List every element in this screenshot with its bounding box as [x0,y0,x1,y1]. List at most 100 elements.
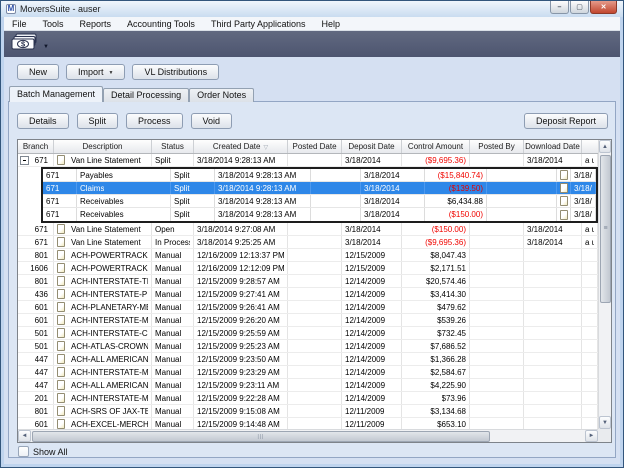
cell-created-date: 3/18/2014 9:28:13 AM [215,208,311,221]
column-header-posted-date[interactable]: Posted Date [288,140,342,153]
batch-module-button[interactable]: $ [11,33,49,55]
cell-status: Manual [152,301,194,313]
menu-item-help[interactable]: Help [313,19,348,29]
batch-detail-group: 671PayablesSplit3/18/2014 9:28:13 AM3/18… [41,167,598,223]
cell-posted-date [288,379,342,391]
cell-description: ACH-POWERTRACK [68,262,152,274]
column-header-created-date[interactable]: Created Date [194,140,288,153]
vertical-scrollbar[interactable] [598,140,611,429]
cell-deposit-date: 12/14/2009 [342,327,402,339]
cell-deposit-date: 12/14/2009 [342,366,402,378]
close-button[interactable] [590,1,617,14]
cell-status: Manual [152,327,194,339]
tab-batch-management[interactable]: Batch Management [9,86,103,102]
grid-row[interactable]: 201ACH-INTERSTATE-MManual12/15/2009 9:22… [18,392,598,405]
scroll-right-icon[interactable] [585,430,598,442]
column-header-branch[interactable]: Branch [18,140,54,153]
horizontal-scrollbar-thumb[interactable] [32,431,490,442]
grid-row[interactable]: 601ACH-PLANETARY-MEManual12/15/2009 9:26… [18,301,598,314]
column-header-status[interactable]: Status [152,140,194,153]
cell-download-date: 3/18/2014 [524,154,582,166]
main-toolbar: $ [4,31,620,57]
cell-posted-date [288,236,342,248]
money-batch-icon: $ [11,33,39,55]
vertical-scrollbar-thumb[interactable] [600,155,611,303]
grid-row[interactable]: 671Van Line StatementIn Process3/18/2014… [18,236,598,249]
cell-description: Claims [77,182,171,194]
menu-item-file[interactable]: File [4,19,35,29]
import-button[interactable]: Import [66,64,125,80]
menu-item-third-party-applications[interactable]: Third Party Applications [203,19,314,29]
grid-row[interactable]: 671Van Line StatementOpen3/18/2014 9:27:… [18,223,598,236]
deposit-report-button[interactable]: Deposit Report [524,113,608,129]
grid-row[interactable]: 501ACH-ATLAS-CROWNManual12/15/2009 9:25:… [18,340,598,353]
cell-branch: 671 [43,195,77,207]
grid-row-child[interactable]: 671ClaimsSplit3/18/2014 9:28:13 AM3/18/2… [43,182,596,195]
cell-download-date: 3/18/2014 [571,195,596,207]
cell-deposit-date: 3/18/2014 [342,223,402,235]
grid-row[interactable]: 447ACH-INTERSTATE-MManual12/15/2009 9:23… [18,366,598,379]
expand-collapse-icon[interactable] [20,156,29,165]
void-button[interactable]: Void [191,113,233,129]
cell-control-amount: ($15,840.74) [425,169,487,181]
cell-download-icon [557,169,571,181]
grid-row-child[interactable]: 671ReceivablesSplit3/18/2014 9:28:13 AM3… [43,208,596,221]
menu-item-accounting-tools[interactable]: Accounting Tools [119,19,203,29]
horizontal-scrollbar[interactable] [18,429,598,442]
process-button[interactable]: Process [126,113,183,129]
cell-download-date [524,418,582,429]
grid-row[interactable]: 436ACH-INTERSTATE-PManual12/15/2009 9:27… [18,288,598,301]
grid-row-child[interactable]: 671ReceivablesSplit3/18/2014 9:28:13 AM3… [43,195,596,208]
column-header-deposit-date[interactable]: Deposit Date [342,140,402,153]
document-icon [57,276,65,286]
cell-posted-date [288,353,342,365]
menu-item-reports[interactable]: Reports [72,19,120,29]
cell-icon [54,405,68,417]
grid-row[interactable]: 601ACH-INTERSTATE-MManual12/15/2009 9:26… [18,314,598,327]
cell-extra [582,379,598,391]
scroll-down-icon[interactable] [599,416,611,429]
grid-row[interactable]: 801ACH-POWERTRACKManual12/16/2009 12:13:… [18,249,598,262]
grid-row-child[interactable]: 671PayablesSplit3/18/2014 9:28:13 AM3/18… [43,169,596,182]
grid-row[interactable]: 501ACH-INTERSTATE-CManual12/15/2009 9:25… [18,327,598,340]
details-button[interactable]: Details [17,113,69,129]
scroll-up-icon[interactable] [599,140,611,153]
scroll-left-icon[interactable] [18,430,31,442]
split-button[interactable]: Split [77,113,119,129]
show-all-checkbox[interactable] [18,446,29,457]
cell-extra [582,353,598,365]
toolbar-dropdown-caret-icon[interactable] [39,35,49,53]
vl-distributions-button[interactable]: VL Distributions [132,64,219,80]
column-header-posted-by[interactable]: Posted By [470,140,524,153]
cell-description: ACH-PLANETARY-ME [68,301,152,313]
cell-download-icon [557,208,571,221]
cell-branch: 501 [18,327,54,339]
menu-item-tools[interactable]: Tools [35,19,72,29]
cell-control-amount: $1,366.28 [402,353,470,365]
cell-icon [54,392,68,404]
maximize-button[interactable] [570,1,589,14]
grid-row[interactable]: 801ACH-SRS OF JAX-TEManual12/15/2009 9:1… [18,405,598,418]
column-header-download-date[interactable]: Download Date [524,140,582,153]
window-controls [549,1,617,14]
cell-posted-by [470,366,524,378]
grid-row[interactable]: 1606ACH-POWERTRACKManual12/16/2009 12:12… [18,262,598,275]
tab-detail-processing[interactable]: Detail Processing [103,88,189,102]
grid-row[interactable]: 447ACH-ALL AMERICANManual12/15/2009 9:23… [18,353,598,366]
grid-row[interactable]: 601ACH-EXCEL-MERCHManual12/15/2009 9:14:… [18,418,598,429]
grid-row[interactable]: 671Van Line StatementSplit3/18/2014 9:28… [18,154,598,167]
cell-download-date [524,405,582,417]
cell-extra: a us [582,154,598,166]
cell-control-amount: $20,574.46 [402,275,470,287]
minimize-button[interactable] [550,1,569,14]
tab-order-notes[interactable]: Order Notes [189,88,254,102]
show-all-control: Show All [18,446,68,457]
new-button[interactable]: New [17,64,59,80]
cell-description: ACH-ALL AMERICAN [68,353,152,365]
column-header-control-amount[interactable]: Control Amount [402,140,470,153]
cell-created-date: 12/15/2009 9:26:20 AM [194,314,288,326]
column-header-description[interactable]: Description [54,140,152,153]
grid-row[interactable]: 801ACH-INTERSTATE-TIManual12/15/2009 9:2… [18,275,598,288]
grid-row[interactable]: 447ACH-ALL AMERICANManual12/15/2009 9:23… [18,379,598,392]
cell-posted-date [311,182,361,194]
